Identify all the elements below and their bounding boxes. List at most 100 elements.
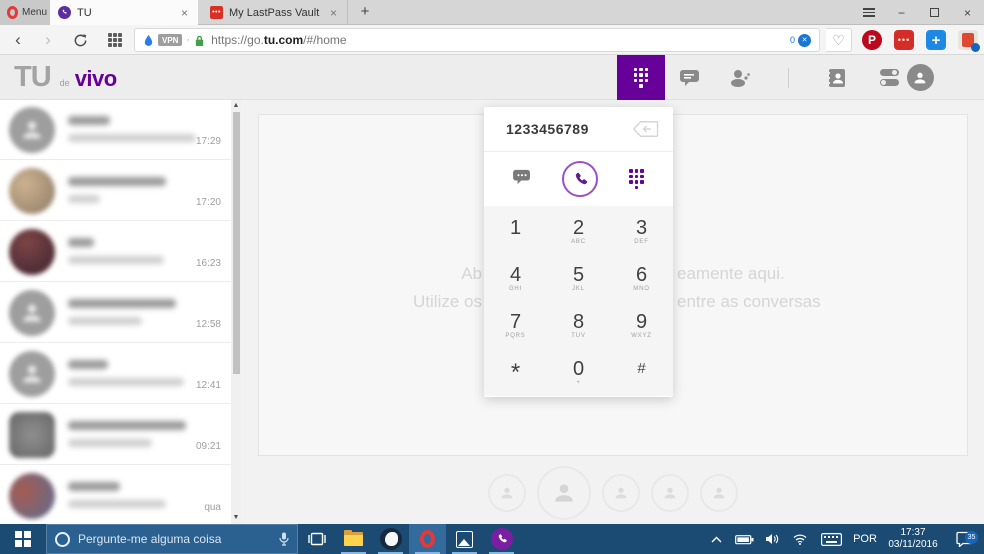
chat-list: 17:29 17:20 16:23 12:58 12:41 09:21 qua …	[0, 100, 241, 524]
chats-tab-button[interactable]	[676, 55, 704, 100]
contact-shortcut[interactable]	[601, 474, 640, 512]
dialer-mode-row	[484, 152, 673, 206]
add-extension-icon[interactable]: +	[926, 30, 946, 50]
search-input[interactable]	[78, 532, 271, 546]
clock[interactable]: 17:37 03/11/2016	[882, 527, 944, 551]
tu-desktop-app-button[interactable]	[372, 524, 409, 554]
show-hidden-icons-button[interactable]	[702, 536, 730, 543]
reload-button[interactable]	[68, 25, 92, 55]
dialpad-key-0[interactable]: 0 +	[547, 349, 610, 396]
scroll-up-icon[interactable]: ▲	[231, 100, 241, 112]
scrollbar-thumb[interactable]	[232, 112, 240, 374]
sidebar-scrollbar[interactable]: ▲ ▼	[231, 100, 241, 524]
chat-list-item[interactable]: 16:23	[0, 222, 231, 282]
close-button[interactable]: ×	[951, 0, 984, 25]
dialpad-mode-button[interactable]	[629, 169, 644, 189]
contact-shortcut[interactable]	[699, 474, 738, 512]
minimize-button[interactable]: −	[885, 0, 918, 25]
dialpad-key-3[interactable]: 3 DEF	[610, 208, 673, 255]
dialpad-key-8[interactable]: 8 TUV	[547, 302, 610, 349]
chat-list-item[interactable]: qua	[0, 466, 231, 524]
dialed-number[interactable]: 1233456789	[506, 121, 632, 137]
vpn-drop-icon[interactable]	[143, 34, 154, 47]
tu-phone-app-button[interactable]	[483, 524, 520, 554]
start-button[interactable]	[0, 524, 46, 554]
scroll-down-icon[interactable]: ▼	[231, 512, 241, 524]
message-mode-button[interactable]	[513, 169, 531, 190]
chat-list-item[interactable]: 12:58	[0, 283, 231, 343]
contact-avatar	[9, 473, 55, 519]
contact-shortcut[interactable]	[536, 466, 591, 520]
tab-close-icon[interactable]: ×	[328, 6, 339, 20]
browser-customize-icon[interactable]	[852, 0, 885, 25]
backspace-icon[interactable]	[632, 120, 659, 138]
add-contact-button[interactable]	[726, 55, 754, 100]
phone-app-icon	[490, 528, 513, 550]
network-icon[interactable]	[786, 533, 814, 545]
touch-keyboard-button[interactable]	[814, 532, 848, 546]
contact-shortcut[interactable]	[487, 474, 526, 512]
chat-list-item[interactable]: 17:29	[0, 100, 231, 160]
chat-timestamp: 16:23	[195, 258, 221, 269]
dialpad-key-5[interactable]: 5 JKL	[547, 255, 610, 302]
file-explorer-button[interactable]	[335, 524, 372, 554]
dialpad-key-1[interactable]: 1	[484, 208, 547, 255]
system-tray: POR 17:37 03/11/2016 35	[702, 524, 984, 554]
vpn-badge[interactable]: VPN	[158, 34, 183, 46]
chat-list-item[interactable]: 09:21	[0, 405, 231, 465]
dialpad-key-star[interactable]: *	[484, 349, 547, 396]
keyboard-icon	[820, 532, 842, 546]
address-bar: ‹ › VPN · https://go.tu.com/#/home 0 ✕ ♡…	[0, 25, 984, 55]
windows-logo-icon	[15, 531, 31, 547]
screen: Menu TU × ••• My LastPass Vault × + − × …	[0, 0, 984, 554]
tab-lastpass[interactable]: ••• My LastPass Vault ×	[202, 0, 348, 25]
restore-button[interactable]	[918, 0, 951, 25]
shield-badge-icon[interactable]: ✕	[798, 33, 811, 47]
opera-menu-button[interactable]: Menu	[0, 0, 50, 25]
chat-timestamp: 17:20	[195, 197, 221, 208]
dialpad-key-hash[interactable]: #	[610, 349, 673, 396]
action-center-button[interactable]: 35	[944, 531, 984, 547]
bookmark-heart-icon[interactable]: ♡	[826, 28, 852, 52]
dialed-number-row: 1233456789	[484, 107, 673, 152]
dialpad-tab-button[interactable]	[617, 55, 665, 100]
dialpad-icon	[629, 169, 644, 189]
dialpad-key-7[interactable]: 7 PQRS	[484, 302, 547, 349]
contact-avatar	[9, 168, 55, 214]
language-indicator[interactable]: POR	[848, 533, 882, 545]
contact-shortcut[interactable]	[650, 474, 689, 512]
dialpad-key-2[interactable]: 2 ABC	[547, 208, 610, 255]
dialpad-key-9[interactable]: 9 WXYZ	[610, 302, 673, 349]
redacted-message	[68, 317, 142, 325]
extension-with-badge-icon[interactable]	[958, 30, 980, 52]
tab-tu[interactable]: TU ×	[50, 0, 198, 25]
time: 17:37	[900, 527, 926, 538]
battery-status-icon[interactable]	[730, 534, 758, 545]
dialpad-key-6[interactable]: 6 MNO	[610, 255, 673, 302]
chat-list-item[interactable]: 17:20	[0, 161, 231, 221]
back-button[interactable]: ‹	[6, 25, 30, 55]
profile-button[interactable]	[906, 55, 934, 100]
volume-icon[interactable]	[758, 533, 786, 545]
cortana-icon	[55, 531, 70, 547]
contacts-book-button[interactable]	[823, 55, 851, 100]
new-tab-button[interactable]: +	[355, 3, 375, 22]
opera-browser-button[interactable]	[409, 524, 446, 554]
microphone-icon[interactable]	[279, 532, 289, 546]
empty-state-text: eamente aqui.	[677, 264, 785, 283]
pinterest-extension-icon[interactable]: P	[862, 30, 882, 50]
speed-dial-icon[interactable]	[108, 33, 123, 48]
dialpad-key-4[interactable]: 4 GHI	[484, 255, 547, 302]
lastpass-extension-icon[interactable]: •••	[894, 30, 914, 50]
settings-button[interactable]	[875, 55, 903, 100]
task-view-button[interactable]	[298, 524, 335, 554]
cortana-search-box[interactable]	[46, 524, 298, 554]
chat-list-item[interactable]: 12:41	[0, 344, 231, 404]
secure-lock-icon[interactable]	[194, 34, 205, 47]
forward-button[interactable]: ›	[36, 25, 60, 55]
url-field[interactable]: VPN · https://go.tu.com/#/home 0 ✕	[134, 28, 820, 52]
chat-timestamp: 12:41	[195, 380, 221, 391]
tab-close-icon[interactable]: ×	[179, 6, 190, 20]
photos-app-button[interactable]	[446, 524, 483, 554]
call-mode-button[interactable]	[562, 161, 599, 197]
